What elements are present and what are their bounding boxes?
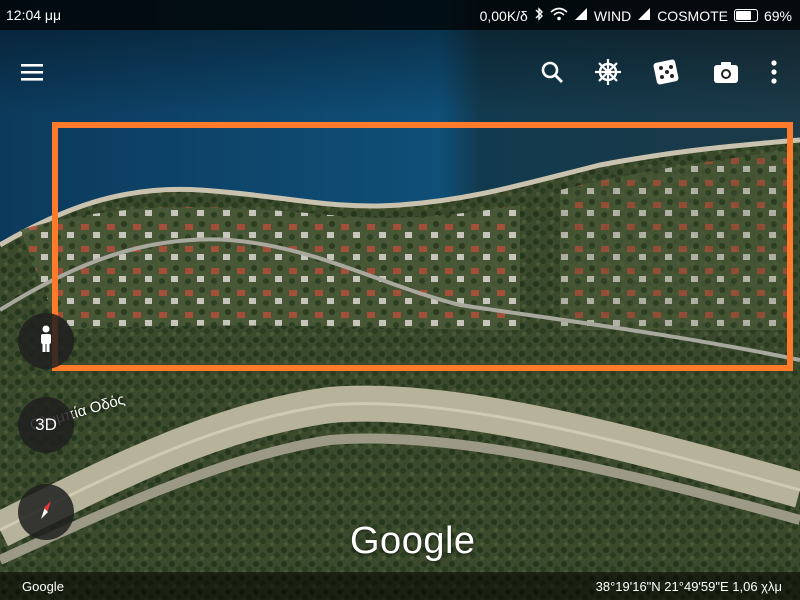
carrier-2: COSMOTE [657, 7, 728, 24]
compass-icon [33, 497, 59, 528]
snapshot-button[interactable] [706, 54, 746, 94]
google-watermark: Google [350, 520, 476, 562]
status-time: 12:04 μμ [6, 7, 62, 23]
battery-fill [735, 11, 752, 20]
more-vert-icon [770, 59, 778, 89]
bluetooth-icon [534, 7, 544, 24]
menu-button[interactable] [12, 54, 52, 94]
camera-icon [713, 60, 739, 89]
attribution: Google [22, 579, 64, 594]
network-speed: 0,00K/δ [479, 7, 528, 24]
search-icon [540, 60, 564, 89]
dice-icon [652, 58, 680, 91]
bottom-bar: Google 38°19'16"N 21°49'59"E 1,06 χλμ [0, 572, 800, 600]
toggle-3d-button[interactable]: 3D [18, 397, 74, 453]
ship-wheel-icon [594, 58, 622, 91]
feeling-lucky-button[interactable] [646, 54, 686, 94]
search-button[interactable] [532, 54, 572, 94]
carrier-1: WIND [593, 7, 632, 24]
street-view-button[interactable] [18, 313, 74, 369]
coordinates-readout: 38°19'16"N 21°49'59"E 1,06 χλμ [595, 579, 782, 594]
pegman-icon [38, 325, 54, 358]
compass-button[interactable] [18, 484, 74, 540]
status-icons: 0,00K/δ WIND COSMOTE 69% [480, 7, 792, 24]
voyager-button[interactable] [588, 54, 628, 94]
signal-icon-1 [574, 7, 588, 24]
highlight-rectangle [52, 122, 793, 371]
menu-icon [20, 62, 44, 87]
more-options-button[interactable] [754, 54, 794, 94]
status-bar: 12:04 μμ 0,00K/δ WIND COSMOTE 69% [0, 0, 800, 30]
wifi-icon [550, 7, 568, 24]
signal-icon-2 [637, 7, 651, 24]
battery-icon [733, 9, 758, 22]
battery-percent: 69% [763, 7, 792, 24]
